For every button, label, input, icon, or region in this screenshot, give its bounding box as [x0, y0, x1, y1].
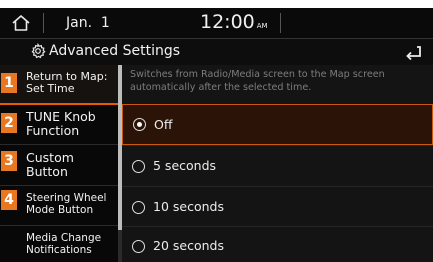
home-button[interactable] — [8, 12, 34, 34]
menu-item-media-change-notifications[interactable]: Media Change Notifications — [0, 226, 118, 262]
menu-item-label: Custom Button — [26, 150, 74, 179]
screen: Jan. 1 12:00 AM Advanced Settings 1 Retur… — [0, 0, 433, 262]
option-label: 20 seconds — [153, 238, 224, 253]
clock: 12:00 AM — [200, 11, 268, 33]
option-label: 5 seconds — [153, 158, 217, 173]
back-button[interactable] — [400, 42, 426, 62]
menu-item-label: Media Change Notifications — [26, 232, 102, 256]
clock-time: 12:00 — [200, 11, 255, 33]
option-20-seconds[interactable]: 20 seconds — [122, 226, 433, 262]
option-off[interactable]: Off — [122, 104, 433, 145]
page-title: Advanced Settings — [49, 43, 181, 59]
status-divider — [280, 13, 281, 33]
menu-item-return-to-map[interactable]: 1 Return to Map: Set Time — [0, 65, 118, 105]
settings-menu: 1 Return to Map: Set Time 2 TUNE Knob Fu… — [0, 65, 118, 262]
step-badge: 2 — [1, 113, 17, 133]
radio-icon — [132, 240, 145, 253]
status-divider — [43, 13, 44, 33]
menu-item-custom-button[interactable]: 3 Custom Button — [0, 145, 118, 186]
radio-selected-icon — [133, 118, 146, 131]
radio-icon — [132, 160, 145, 173]
menu-item-label: Return to Map: Set Time — [26, 70, 108, 96]
step-badge: 1 — [1, 73, 17, 93]
back-return-icon — [406, 46, 421, 61]
step-badge: 4 — [1, 190, 17, 210]
date: Jan. 1 — [66, 15, 110, 31]
menu-item-label: TUNE Knob Function — [26, 109, 96, 138]
menu-item-steering-wheel-mode[interactable]: 4 Steering Wheel Mode Button — [0, 186, 118, 226]
gear-icon — [31, 43, 46, 59]
radio-icon — [132, 201, 145, 214]
clock-ampm: AM — [256, 22, 268, 30]
home-icon — [12, 15, 30, 31]
options-panel: Switches from Radio/Media screen to the … — [122, 65, 433, 262]
option-10-seconds[interactable]: 10 seconds — [122, 186, 433, 226]
option-label: Off — [154, 117, 173, 132]
status-bar: Jan. 1 12:00 AM — [0, 8, 433, 38]
menu-item-tune-knob[interactable]: 2 TUNE Knob Function — [0, 105, 118, 145]
option-label: 10 seconds — [153, 199, 224, 214]
option-5-seconds[interactable]: 5 seconds — [122, 145, 433, 186]
setting-description: Switches from Radio/Media screen to the … — [130, 69, 385, 93]
menu-item-label: Steering Wheel Mode Button — [26, 192, 107, 216]
title-bar: Advanced Settings — [0, 38, 433, 65]
step-badge: 3 — [1, 151, 17, 171]
